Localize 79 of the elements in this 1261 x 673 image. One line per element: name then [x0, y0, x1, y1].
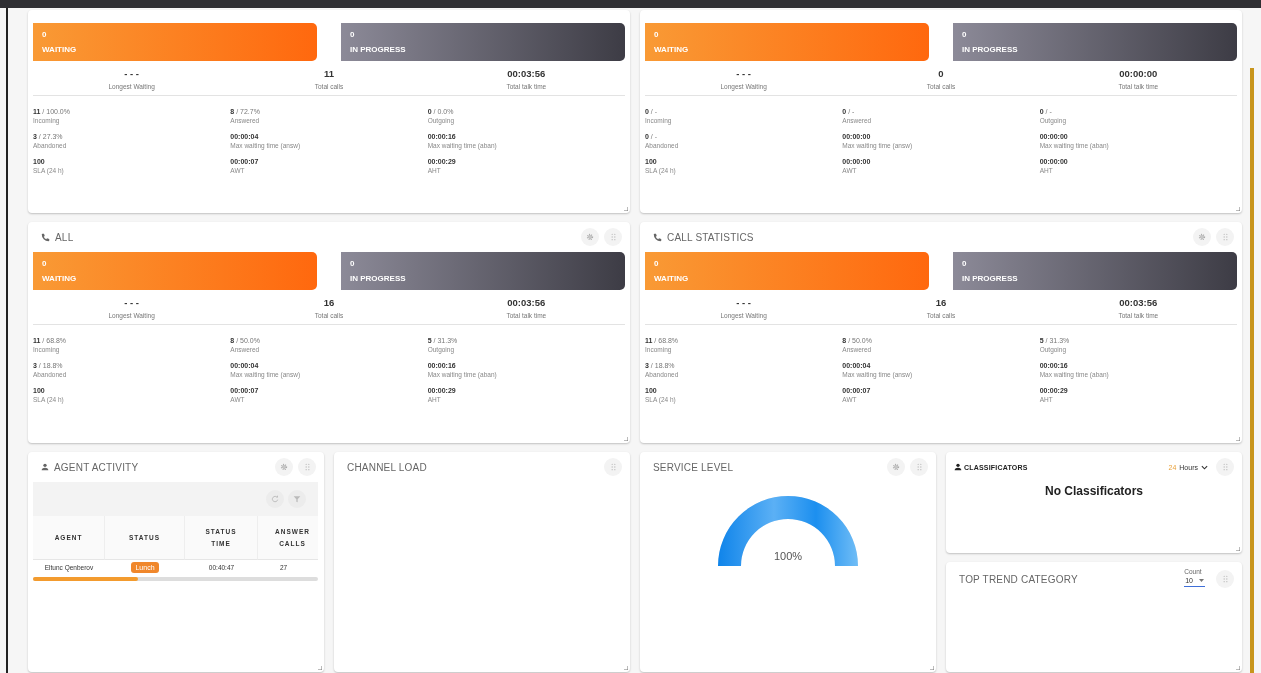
panel-title: CALL STATISTICS	[667, 231, 754, 243]
settings-icon	[1198, 233, 1206, 241]
drag-handle-icon[interactable]	[609, 233, 617, 241]
empty-message: No Classificators	[1043, 484, 1144, 498]
chevron-down-icon	[1201, 464, 1208, 470]
settings-icon	[586, 233, 594, 241]
horizontal-scrollbar[interactable]	[33, 577, 318, 581]
summary-value: - - -	[735, 297, 753, 308]
resize-handle-icon[interactable]	[1236, 207, 1240, 211]
summary-value: 16	[934, 297, 948, 308]
summary-value: 00:03:56	[506, 297, 547, 308]
panel-title: ALL	[55, 231, 74, 243]
refresh-button[interactable]	[266, 490, 284, 508]
settings-button[interactable]	[275, 458, 293, 476]
resize-handle-icon[interactable]	[624, 666, 628, 670]
panel-title: SERVICE LEVEL	[653, 461, 734, 473]
drag-handle-icon[interactable]	[609, 463, 617, 471]
drag-handle-icon[interactable]	[915, 463, 923, 471]
in-progress-label: IN PROGRESS	[962, 45, 1019, 54]
panel-title: TOP TREND CATEGORY	[959, 573, 1078, 585]
person-icon	[954, 463, 962, 471]
caret-icon	[1199, 578, 1204, 582]
waiting-count: 0	[42, 30, 48, 39]
gauge-reading: 100%	[773, 550, 803, 562]
in-progress-count: 0	[962, 30, 968, 39]
in-progress-count: 0	[350, 259, 356, 268]
phone-icon	[41, 232, 50, 242]
drag-handle[interactable]	[298, 458, 316, 476]
summary-value: 00:03:56	[506, 68, 547, 79]
in-progress-count: 0	[962, 259, 968, 268]
in-progress-label: IN PROGRESS	[962, 274, 1019, 283]
drag-handle[interactable]	[604, 458, 622, 476]
resize-handle-icon[interactable]	[1236, 666, 1240, 670]
resize-handle-icon[interactable]	[930, 666, 934, 670]
drag-handle-icon[interactable]	[1221, 463, 1229, 471]
settings-icon	[280, 463, 288, 471]
drag-handle[interactable]	[1216, 228, 1234, 246]
panel-title: AGENT ACTIVITY	[54, 461, 139, 473]
waiting-label: WAITING	[654, 45, 690, 54]
resize-handle-icon[interactable]	[624, 437, 628, 441]
drag-handle-icon[interactable]	[1221, 233, 1229, 241]
waiting-label: WAITING	[42, 274, 78, 283]
person-icon	[41, 463, 49, 471]
summary-value: 0	[937, 68, 945, 79]
resize-handle-icon[interactable]	[1236, 437, 1240, 441]
drag-handle[interactable]	[910, 458, 928, 476]
in-progress-label: IN PROGRESS	[350, 45, 407, 54]
waiting-label: WAITING	[42, 45, 78, 54]
filter-icon	[293, 495, 301, 503]
drag-handle-icon[interactable]	[1221, 575, 1229, 583]
waiting-count: 0	[42, 259, 48, 268]
in-progress-count: 0	[350, 30, 356, 39]
drag-handle-icon[interactable]	[303, 463, 311, 471]
resize-handle-icon[interactable]	[1236, 547, 1240, 551]
settings-button[interactable]	[581, 228, 599, 246]
summary-value: - - -	[123, 68, 141, 79]
in-progress-label: IN PROGRESS	[350, 274, 407, 283]
summary-value: 11	[322, 68, 335, 79]
summary-value: 00:03:56	[1118, 297, 1159, 308]
settings-button[interactable]	[887, 458, 905, 476]
summary-value: - - -	[123, 297, 141, 308]
waiting-count: 0	[654, 259, 660, 268]
settings-button[interactable]	[1193, 228, 1211, 246]
resize-handle-icon[interactable]	[318, 666, 322, 670]
resize-handle-icon[interactable]	[624, 207, 628, 211]
filter-button[interactable]	[288, 490, 306, 508]
drag-handle[interactable]	[1216, 458, 1234, 476]
panel-title: CHANNEL LOAD	[347, 461, 427, 473]
phone-icon	[653, 232, 662, 242]
drag-handle[interactable]	[1216, 570, 1234, 588]
scrollbar-thumb[interactable]	[1250, 68, 1254, 673]
settings-icon	[892, 463, 900, 471]
summary-value: - - -	[735, 68, 753, 79]
waiting-count: 0	[654, 30, 660, 39]
drag-handle[interactable]	[604, 228, 622, 246]
summary-value: 00:00:00	[1118, 68, 1159, 79]
summary-value: 16	[322, 297, 336, 308]
refresh-icon	[271, 495, 279, 503]
waiting-label: WAITING	[654, 274, 690, 283]
